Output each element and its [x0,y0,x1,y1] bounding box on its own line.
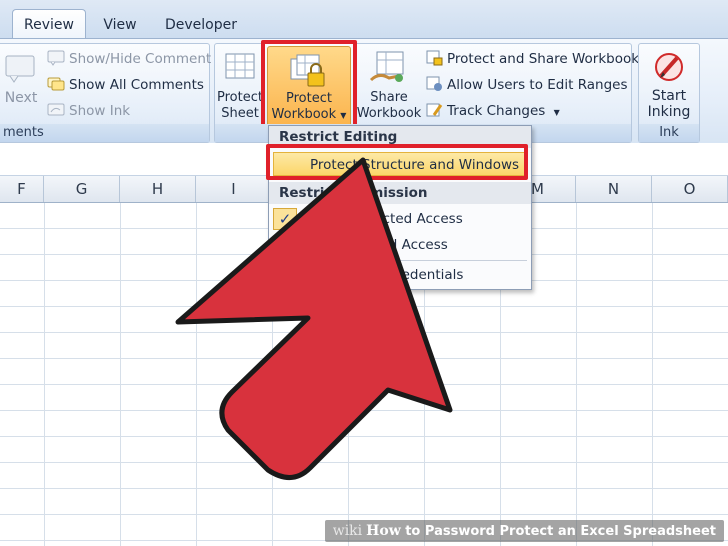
wikihow-watermark: wiki How to Password Protect an Excel Spr… [324,520,724,542]
watermark-title: to Password Protect an Excel Spreadsheet [405,524,716,539]
red-pointer-arrow-icon [175,157,453,480]
watermark-wiki: wiki [332,523,363,539]
watermark-how: How [366,523,401,539]
